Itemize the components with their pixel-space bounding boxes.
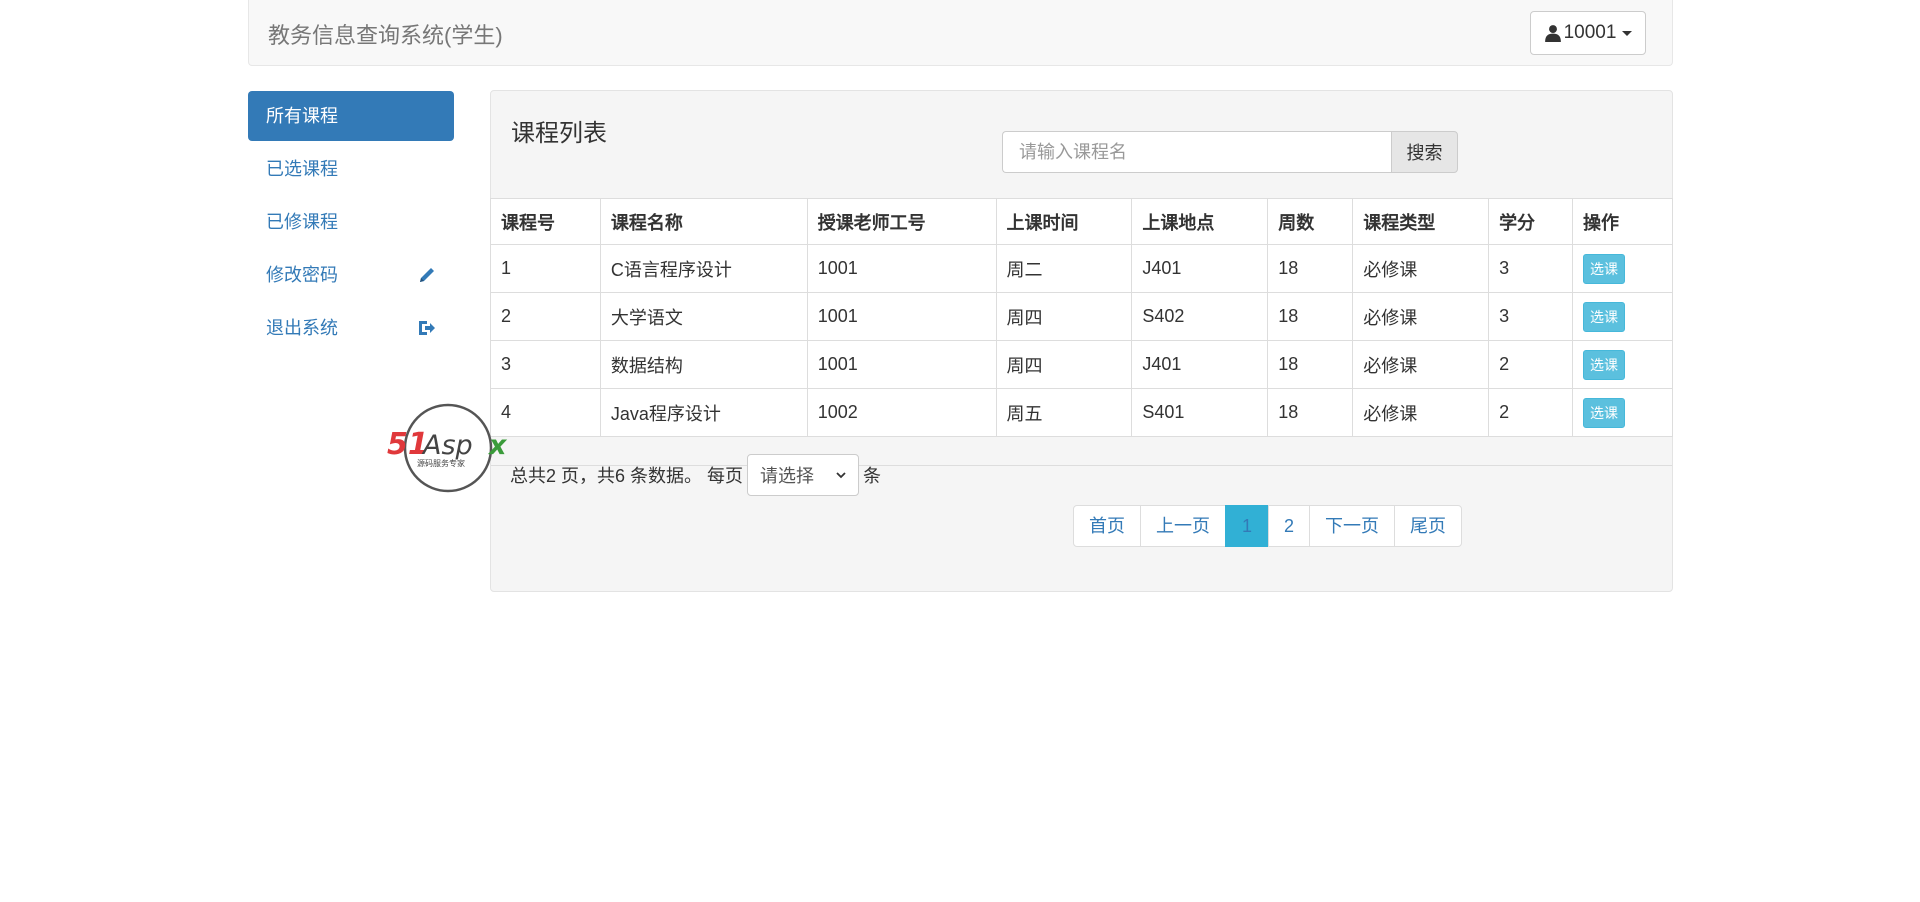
cell-weeks: 18	[1267, 292, 1354, 341]
cell-class-time: 周四	[995, 340, 1133, 389]
pagination: 首页 上一页 1 2 下一页 尾页	[1073, 505, 1463, 547]
user-menu-button[interactable]: 10001	[1530, 11, 1646, 55]
cell-credit: 3	[1488, 292, 1573, 341]
cell-weeks: 18	[1267, 340, 1354, 389]
select-course-button[interactable]: 选课	[1583, 349, 1625, 380]
cell-course-type: 必修课	[1352, 388, 1490, 437]
cell-course-name: Java程序设计	[599, 388, 808, 437]
sidebar-item-selected-courses[interactable]: 已选课程	[248, 144, 454, 194]
page-size-value: 请选择	[760, 466, 815, 486]
search-button[interactable]: 搜索	[1391, 131, 1458, 173]
cell-course-name: 数据结构	[599, 340, 808, 389]
header-credit: 学分	[1488, 198, 1573, 245]
table-header-row: 课程号 课程名称 授课老师工号 上课时间 上课地点 周数 课程类型 学分 操作	[490, 198, 1673, 245]
page-link-2[interactable]: 2	[1268, 505, 1311, 547]
cell-course-type: 必修课	[1352, 340, 1490, 389]
prev-page-link[interactable]: 上一页	[1140, 505, 1226, 547]
cell-class-location: J401	[1131, 340, 1269, 389]
header-course-id: 课程号	[490, 198, 601, 245]
cell-teacher-id: 1002	[806, 388, 997, 437]
cell-course-type: 必修课	[1352, 292, 1490, 341]
sidebar-item-logout[interactable]: 退出系统	[248, 303, 454, 353]
sidebar-item-label: 所有课程	[266, 106, 338, 126]
select-course-button[interactable]: 选课	[1583, 397, 1625, 428]
user-id: 10001	[1563, 22, 1617, 43]
cell-action: 选课	[1572, 244, 1673, 293]
user-icon	[1544, 25, 1561, 42]
cell-class-location: S402	[1131, 292, 1269, 341]
course-search-input[interactable]	[1002, 131, 1391, 173]
header-course-type: 课程类型	[1352, 198, 1490, 245]
course-list-panel: 课程列表 搜索 课程号 课程名称 授课老师工号 上课时间 上课地点 周数 课程类…	[490, 90, 1673, 592]
table-row: 1 C语言程序设计 1001 周二 J401 18 必修课 3 选课	[490, 244, 1673, 293]
header-weeks: 周数	[1267, 198, 1354, 245]
summary-text: 总共2 页，共6 条数据。 每页	[510, 466, 744, 486]
cell-course-id: 2	[490, 292, 601, 341]
cell-credit: 3	[1488, 244, 1573, 293]
cell-course-id: 3	[490, 340, 601, 389]
pencil-icon	[420, 268, 434, 282]
sidebar-item-label: 已选课程	[266, 159, 338, 179]
svg-text:源码服务专家: 源码服务专家	[417, 458, 465, 468]
panel-title: 课程列表	[511, 120, 607, 147]
table-row: 3 数据结构 1001 周四 J401 18 必修课 2 选课	[490, 340, 1673, 389]
cell-weeks: 18	[1267, 388, 1354, 437]
table-row: 2 大学语文 1001 周四 S402 18 必修课 3 选课	[490, 292, 1673, 341]
select-course-button[interactable]: 选课	[1583, 253, 1625, 284]
sidebar-item-completed-courses[interactable]: 已修课程	[248, 197, 454, 247]
table-row: 4 Java程序设计 1002 周五 S401 18 必修课 2 选课	[490, 388, 1673, 437]
select-course-button[interactable]: 选课	[1583, 301, 1625, 332]
watermark-logo: 51 Asp x 源码服务专家	[387, 403, 508, 493]
cell-teacher-id: 1001	[806, 244, 997, 293]
cell-course-name: 大学语文	[599, 292, 808, 341]
sidebar: 所有课程 已选课程 已修课程 修改密码 退出系统	[248, 91, 454, 356]
sidebar-item-label: 退出系统	[266, 318, 338, 338]
first-page-link[interactable]: 首页	[1073, 505, 1141, 547]
page-link-1[interactable]: 1	[1225, 505, 1270, 547]
cell-class-time: 周二	[995, 244, 1133, 293]
cell-credit: 2	[1488, 388, 1573, 437]
header-course-name: 课程名称	[599, 198, 808, 245]
course-table: 课程号 课程名称 授课老师工号 上课时间 上课地点 周数 课程类型 学分 操作 …	[490, 198, 1673, 437]
cell-class-location: S401	[1131, 388, 1269, 437]
page-summary: 总共2 页，共6 条数据。 每页 请选择 条	[510, 454, 881, 496]
search-group: 搜索	[1002, 131, 1458, 173]
cell-class-time: 周四	[995, 292, 1133, 341]
cell-class-time: 周五	[995, 388, 1133, 437]
app-title: 教务信息查询系统(学生)	[268, 23, 503, 48]
page-size-select[interactable]: 请选择	[747, 454, 860, 496]
summary-suffix: 条	[863, 466, 882, 486]
cell-class-location: J401	[1131, 244, 1269, 293]
caret-down-icon	[1622, 30, 1633, 36]
svg-text:Asp: Asp	[421, 430, 473, 461]
sidebar-item-label: 已修课程	[266, 212, 338, 232]
sidebar-item-change-password[interactable]: 修改密码	[248, 250, 454, 300]
cell-credit: 2	[1488, 340, 1573, 389]
cell-teacher-id: 1001	[806, 292, 997, 341]
cell-course-type: 必修课	[1352, 244, 1490, 293]
cell-action: 选课	[1572, 340, 1673, 389]
header-class-location: 上课地点	[1131, 198, 1269, 245]
logout-icon	[419, 321, 435, 335]
cell-weeks: 18	[1267, 244, 1354, 293]
cell-action: 选课	[1572, 388, 1673, 437]
cell-course-id: 1	[490, 244, 601, 293]
header-teacher-id: 授课老师工号	[806, 198, 997, 245]
header-action: 操作	[1572, 198, 1673, 245]
chevron-down-icon	[836, 472, 846, 479]
svg-text:x: x	[487, 430, 508, 461]
next-page-link[interactable]: 下一页	[1309, 505, 1396, 547]
sidebar-item-all-courses[interactable]: 所有课程	[248, 91, 454, 141]
header-class-time: 上课时间	[995, 198, 1133, 245]
last-page-link[interactable]: 尾页	[1394, 505, 1463, 547]
top-navbar: 教务信息查询系统(学生) 10001	[248, 0, 1673, 66]
sidebar-item-label: 修改密码	[266, 265, 338, 285]
cell-action: 选课	[1572, 292, 1673, 341]
cell-course-name: C语言程序设计	[599, 244, 808, 293]
cell-teacher-id: 1001	[806, 340, 997, 389]
